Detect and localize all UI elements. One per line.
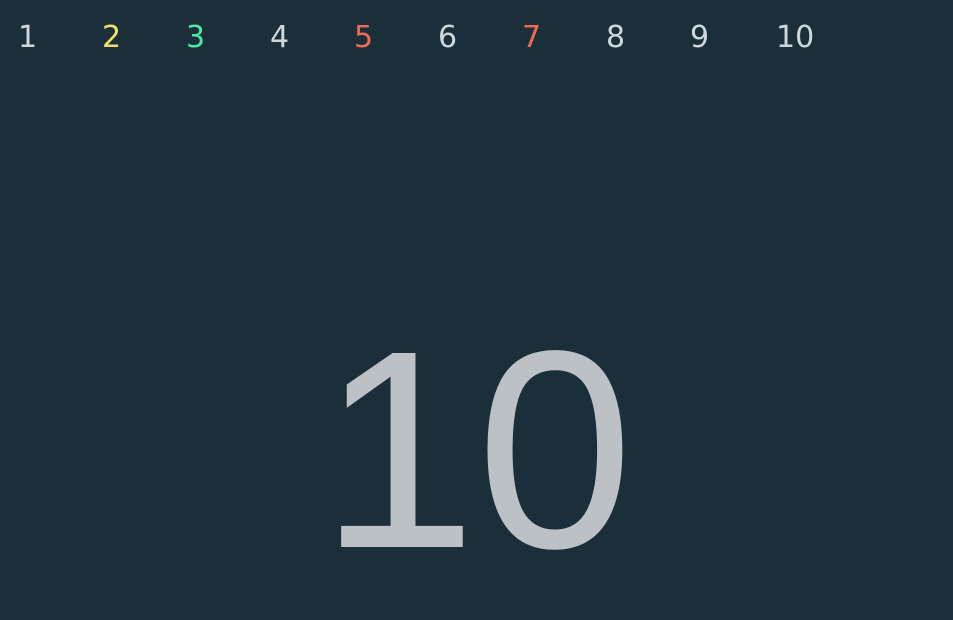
nav-item-6[interactable]: 6	[438, 14, 457, 62]
nav-item-2[interactable]: 2	[102, 14, 121, 62]
nav-item-3[interactable]: 3	[186, 14, 205, 62]
nav-item-1[interactable]: 1	[18, 14, 37, 62]
nav-item-10[interactable]: 10	[776, 14, 814, 62]
page: 1 2 3 4 5 6 7 8 9 10 10	[0, 0, 953, 620]
nav-item-4[interactable]: 4	[270, 14, 289, 62]
nav-item-7[interactable]: 7	[522, 14, 541, 62]
nav-item-5[interactable]: 5	[354, 14, 373, 62]
nav-item-9[interactable]: 9	[690, 14, 709, 62]
selected-number-display: 10	[319, 292, 634, 607]
nav-item-8[interactable]: 8	[606, 14, 625, 62]
